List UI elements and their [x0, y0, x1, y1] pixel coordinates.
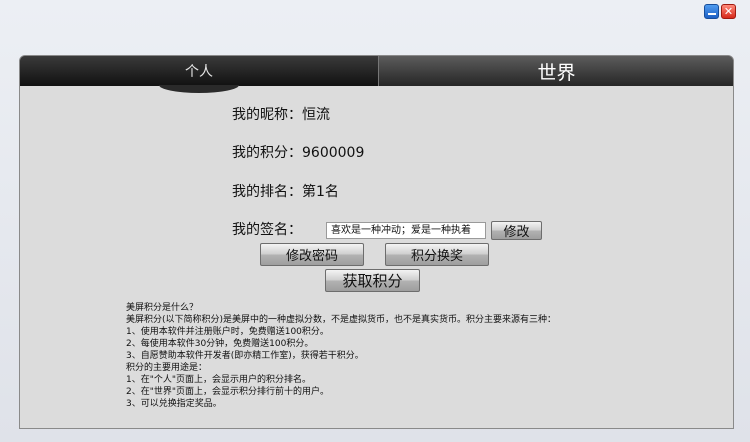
minimize-button[interactable] [704, 4, 719, 19]
nickname-text: 我的昵称：恒流 [232, 107, 330, 123]
points-text: 我的积分：9600009 [232, 145, 365, 161]
tab-personal[interactable]: 个人 [20, 56, 378, 93]
rules-line: 2、在"世界"页面上，会显示积分排行前十的用户。 [126, 387, 330, 397]
rules-line: 美屏积分(以下简称积分)是美屏中的一种虚拟分数，不是虚拟货币，也不是真实货币。积… [126, 315, 557, 325]
get-points-button[interactable]: 获取积分 [325, 269, 420, 292]
tab-personal-label: 个人 [185, 64, 213, 80]
signature-input[interactable]: 喜欢是一种冲动；爱是一种执着 [326, 222, 486, 239]
tab-bar: 个人 世界 [20, 56, 733, 93]
rules-line: 3、可以兑换指定奖品。 [126, 399, 222, 409]
exchange-points-button[interactable]: 积分换奖 [385, 243, 489, 266]
edit-signature-button[interactable]: 修改 [491, 221, 542, 240]
rules-line: 2、每使用本软件30分钟，免费赠送100积分。 [126, 339, 314, 349]
points-rules: 美屏积分是什么？ 美屏积分(以下简称积分)是美屏中的一种虚拟分数，不是虚拟货币，… [126, 302, 556, 410]
minimize-icon [707, 13, 716, 15]
tab-world[interactable]: 世界 [378, 56, 733, 86]
change-password-button[interactable]: 修改密码 [260, 243, 364, 266]
rules-line: 积分的主要用途是： [126, 363, 208, 373]
rules-line: 1、使用本软件并注册账户时，免费赠送100积分。 [126, 327, 329, 337]
signature-label: 我的签名： [232, 222, 302, 238]
rank-text: 我的排名：第1名 [232, 184, 339, 200]
rules-line: 3、自愿赞助本软件开发者(即亦精工作室)，获得若干积分。 [126, 351, 364, 361]
rules-line: 1、在"个人"页面上，会显示用户的积分排名。 [126, 375, 312, 385]
rules-line: 美屏积分是什么？ [126, 303, 199, 313]
close-icon: ✕ [723, 5, 734, 18]
close-button[interactable]: ✕ [721, 4, 736, 19]
personal-content: 我的昵称：恒流 我的积分：9600009 我的排名：第1名 我的签名： 喜欢是一… [20, 86, 733, 428]
tab-world-label: 世界 [537, 61, 576, 84]
main-panel: 个人 世界 我的昵称：恒流 我的积分：9600009 我的排名：第1名 我的签名… [19, 55, 734, 429]
window-controls: ✕ [704, 4, 736, 19]
